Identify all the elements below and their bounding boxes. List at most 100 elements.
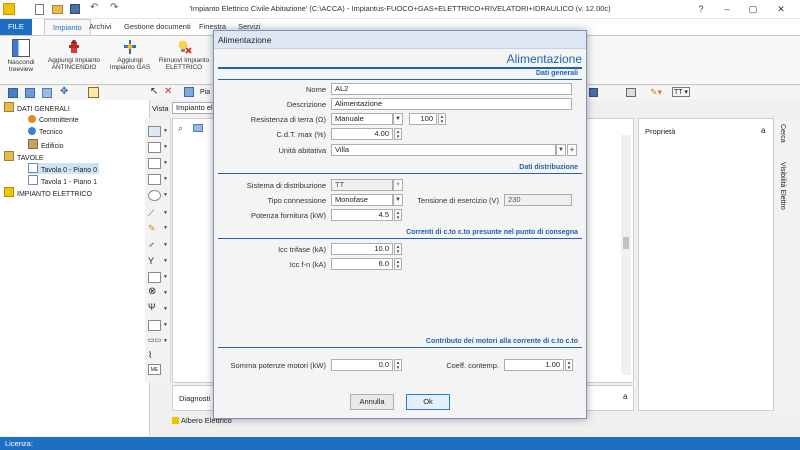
help-button[interactable]: ? — [688, 0, 714, 19]
properties-pin-icon[interactable]: a — [761, 126, 765, 135]
cdt-spinner[interactable]: ▲ ▼ — [394, 128, 402, 140]
tree-item-impianto-elettrico[interactable]: IMPIANTO ELETTRICO — [4, 187, 92, 198]
tool-icon[interactable] — [184, 87, 194, 97]
icc-trifase-field[interactable]: 10.0 — [331, 243, 393, 255]
chevron-down-icon[interactable]: ▼ — [163, 258, 168, 264]
potenza-field[interactable]: 4.5 — [331, 209, 393, 221]
print-icon[interactable] — [626, 88, 636, 97]
pencil-tool-icon[interactable]: ✎ — [148, 223, 156, 234]
switch-tool-icon[interactable]: ♂ — [148, 240, 155, 250]
delete-icon[interactable]: ✕ — [164, 86, 172, 97]
search-tab[interactable]: Cerca — [779, 124, 795, 158]
brush-icon[interactable]: ✎▾ — [650, 87, 662, 98]
frame-icon[interactable] — [88, 87, 99, 98]
diagonal-tool-icon[interactable] — [148, 320, 161, 331]
add-fire-system-button[interactable]: Aggiungi Impianto ANTINCENDIO — [44, 39, 104, 71]
chevron-down-icon[interactable]: ▼ — [163, 290, 168, 296]
box-tool-icon[interactable] — [148, 158, 161, 169]
meter-tool-icon[interactable] — [148, 174, 161, 185]
chevron-down-icon[interactable]: ▼ — [393, 194, 403, 206]
vista-select[interactable]: Impianto ele — [172, 102, 218, 114]
chevron-down-icon[interactable]: ▼ — [163, 144, 168, 150]
chevron-down-icon[interactable]: ▼ — [393, 179, 403, 191]
chevron-down-icon[interactable]: ▼ — [163, 242, 168, 248]
remove-electric-system-button[interactable]: Rimuovi Impianto ELETTRICO — [156, 39, 212, 71]
chevron-down-icon[interactable]: ▼ — [163, 176, 168, 182]
me-tool-icon[interactable]: ME — [148, 364, 161, 375]
zoom-icon[interactable]: ⌕ — [178, 123, 183, 134]
nome-field[interactable]: AL2 — [331, 83, 572, 95]
chevron-down-icon[interactable]: ▼ — [163, 274, 168, 280]
component-tool-icon[interactable] — [148, 272, 161, 283]
ok-button[interactable]: Ok — [406, 394, 450, 410]
sistema-select[interactable]: TT — [331, 179, 393, 191]
move-icon[interactable]: ✥ — [60, 86, 68, 97]
tree-item-label: DATI GENERALI — [17, 106, 70, 113]
chevron-down-icon[interactable]: ▼ — [393, 113, 403, 125]
pin-icon[interactable]: a — [623, 392, 627, 401]
tree-item-tavola-0[interactable]: Tavola 0 - Piano 0 — [28, 163, 100, 174]
chevron-down-icon[interactable]: ▼ — [163, 192, 168, 198]
tab-gestione-documenti[interactable]: Gestione documenti — [116, 19, 199, 35]
coeff-field[interactable]: 1.00 — [504, 359, 564, 371]
chevron-down-icon[interactable]: ▼ — [163, 338, 168, 344]
tree-item-tavola-1[interactable]: Tavola 1 - Piano 1 — [28, 175, 97, 186]
save-view-icon[interactable] — [589, 88, 598, 97]
somma-spinner[interactable]: ▲ ▼ — [394, 359, 402, 371]
text-style-icon[interactable]: TT ▾ — [672, 87, 690, 97]
layers-icon[interactable] — [25, 88, 35, 98]
somma-field[interactable]: 0.0 — [331, 359, 393, 371]
potenza-spinner[interactable]: ▲ ▼ — [394, 209, 402, 221]
chevron-down-icon[interactable]: ▼ — [163, 322, 168, 328]
tree-item-tavole[interactable]: TAVOLE — [4, 151, 44, 162]
tree-item-committente[interactable]: Committente — [28, 115, 79, 124]
maximize-button[interactable]: ▢ — [740, 0, 766, 19]
cube-icon[interactable] — [42, 88, 52, 98]
tab-file[interactable]: FILE — [0, 19, 32, 35]
descrizione-field[interactable]: Alimentazione — [331, 98, 572, 110]
close-button[interactable]: ✕ — [768, 0, 794, 19]
unita-select[interactable]: Villa — [331, 144, 556, 156]
pointer-icon[interactable]: ↖ — [150, 86, 158, 97]
minimize-button[interactable]: – — [714, 0, 740, 19]
lamp-tool-icon[interactable]: ⊗ — [148, 286, 156, 297]
tipo-select[interactable]: Monofase — [331, 194, 393, 206]
add-gas-system-button[interactable]: Aggiungi Impianto GAS — [106, 39, 154, 71]
add-unita-button[interactable]: + — [567, 144, 577, 156]
resistenza-spinner[interactable]: ▲ ▼ — [438, 113, 446, 125]
tree-item-dati-generali[interactable]: DATI GENERALI — [4, 102, 70, 113]
tree-item-tecnico[interactable]: Tecnico — [28, 127, 63, 136]
chevron-down-icon[interactable]: ▼ — [163, 210, 168, 216]
chevron-down-icon[interactable]: ▼ — [163, 160, 168, 166]
visibility-tab[interactable]: Visibilità Elettro — [779, 162, 795, 242]
icc-fn-spinner[interactable]: ▲ ▼ — [394, 258, 402, 270]
cancel-button[interactable]: Annulla — [350, 394, 394, 410]
plug-tool-icon[interactable]: ⌇ — [148, 350, 152, 361]
antenna-tool-icon[interactable]: Y — [148, 256, 154, 266]
coeff-spinner[interactable]: ▲ ▼ — [565, 359, 573, 371]
tree-item-edificio[interactable]: Edificio — [28, 139, 64, 150]
resistenza-value-field[interactable]: 100 — [409, 113, 437, 125]
text-tool-icon[interactable] — [148, 126, 161, 137]
chevron-down-icon[interactable]: ▼ — [556, 144, 566, 156]
tree-view-icon[interactable] — [8, 88, 18, 98]
resistenza-select[interactable]: Manuale — [331, 113, 393, 125]
section-divider — [218, 347, 582, 348]
canvas-scrollbar[interactable] — [621, 135, 631, 375]
dialog-title-bar[interactable]: Alimentazione — [214, 31, 586, 49]
chevron-down-icon[interactable]: ▼ — [163, 225, 168, 231]
socket-tool-icon[interactable] — [148, 190, 161, 201]
terminal-tool-icon[interactable]: ▭▭ — [148, 336, 161, 344]
icc-fn-field[interactable]: 6.0 — [331, 258, 393, 270]
cdt-field[interactable]: 4.00 — [331, 128, 393, 140]
fork-tool-icon[interactable]: Ψ — [148, 302, 156, 312]
panel-tool-icon[interactable] — [148, 142, 161, 153]
layers-tool-icon[interactable] — [193, 124, 203, 132]
line-tool-icon[interactable]: ⟋ — [148, 208, 154, 219]
icc-trifase-spinner[interactable]: ▲ ▼ — [394, 243, 402, 255]
chevron-down-icon[interactable]: ▼ — [163, 128, 168, 134]
tab-archivi[interactable]: Archivi — [81, 19, 120, 35]
hide-treeview-button[interactable]: Nascondi treeview — [3, 39, 39, 73]
vista-label: Vista — [152, 104, 169, 113]
chevron-down-icon[interactable]: ▼ — [163, 306, 168, 312]
